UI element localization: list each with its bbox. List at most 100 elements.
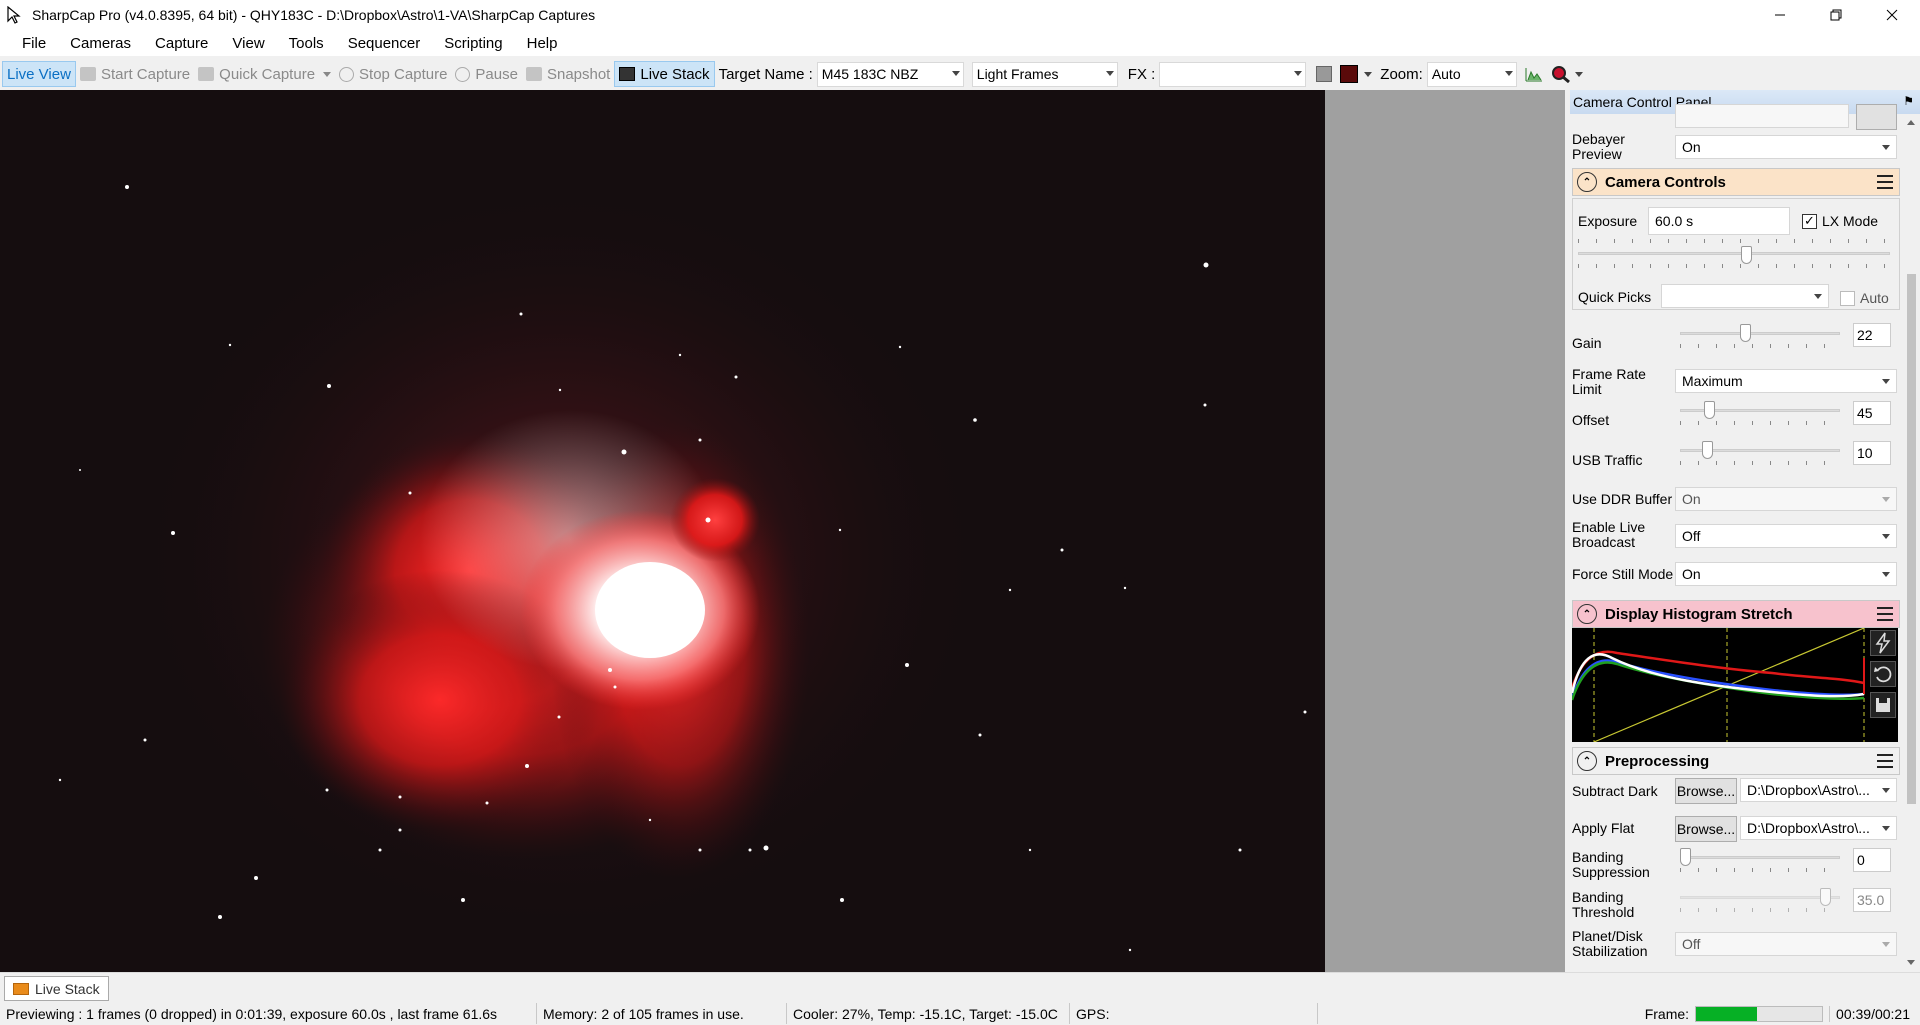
usb-traffic-slider-knob[interactable] [1702,441,1713,459]
banding-threshold-value: 35.0 [1857,892,1885,908]
usb-traffic-input[interactable]: 10 [1853,441,1891,465]
chevron-down-icon[interactable] [1364,71,1373,77]
exposure-slider-knob[interactable] [1741,246,1752,264]
scroll-down-icon[interactable] [1907,960,1915,965]
gain-value: 22 [1857,327,1873,343]
zoom-select[interactable]: Auto [1426,61,1517,87]
apply-flat-browse-button[interactable]: Browse... [1675,816,1737,842]
chevron-down-icon [1882,826,1890,831]
apply-flat-select[interactable]: D:\Dropbox\Astro\... [1740,816,1897,840]
chevron-down-icon [1882,942,1890,947]
restore-icon[interactable] [1808,0,1864,30]
collapse-icon[interactable]: ⌃ [1577,604,1597,624]
subtract-dark-browse-button[interactable]: Browse... [1675,778,1737,804]
output-format-select[interactable] [1675,104,1849,128]
histogram-display[interactable] [1570,627,1866,743]
menu-icon[interactable] [1877,754,1893,768]
collapse-icon[interactable]: ⌃ [1577,172,1597,192]
offset-slider-knob[interactable] [1704,401,1715,419]
preprocessing-header[interactable]: ⌃ Preprocessing [1572,747,1900,775]
menu-icon[interactable] [1877,175,1893,189]
chevron-down-icon[interactable] [1574,71,1583,77]
close-icon[interactable] [1864,0,1920,30]
usb-traffic-slider[interactable] [1680,441,1840,467]
camera-controls-header[interactable]: ⌃ Camera Controls [1572,168,1900,196]
save-icon[interactable] [1870,692,1896,718]
tab-live-stack[interactable]: Live Stack [4,976,109,1001]
frame-time: 00:39/00:21 [1829,1005,1910,1022]
menu-capture[interactable]: Capture [143,35,220,52]
banding-suppression-knob[interactable] [1680,848,1691,866]
scroll-up-icon[interactable] [1907,120,1915,125]
chevron-down-icon [1882,145,1890,150]
apply-flat-value: D:\Dropbox\Astro\... [1747,820,1870,836]
menu-help[interactable]: Help [515,35,570,52]
chevron-down-icon [1882,572,1890,577]
exposure-input[interactable]: 60.0 s [1648,207,1790,235]
histogram-header[interactable]: ⌃ Display Histogram Stretch [1572,600,1900,628]
banding-suppression-value: 0 [1857,852,1865,868]
gain-slider-knob[interactable] [1740,324,1751,342]
histogram-icon[interactable] [1525,66,1543,82]
gray-square-icon[interactable] [1316,66,1333,82]
lightning-icon[interactable] [1870,630,1896,656]
live-stack-button[interactable]: Live Stack [614,61,715,87]
magnifier-icon[interactable] [1551,65,1571,83]
frame-rate-select[interactable]: Maximum [1675,369,1897,393]
gain-slider[interactable] [1680,324,1840,350]
live-broadcast-select[interactable]: Off [1675,524,1897,548]
frame-type-select[interactable]: Light Frames [971,61,1118,87]
banding-threshold-knob[interactable] [1820,888,1831,906]
debayer-preview-select[interactable]: On [1675,135,1897,159]
quick-picks-select[interactable] [1661,284,1829,308]
scrollbar-thumb[interactable] [1907,274,1916,804]
banding-threshold-slider[interactable] [1680,888,1840,914]
chevron-down-icon [1294,70,1303,76]
chevron-down-icon [1504,70,1513,76]
subtract-dark-select[interactable]: D:\Dropbox\Astro\... [1740,778,1897,802]
chevron-down-icon [1105,70,1114,76]
start-capture-button[interactable]: Start Capture [76,61,194,87]
stop-capture-button[interactable]: Stop Capture [335,61,451,87]
collapse-icon[interactable]: ⌃ [1577,751,1597,771]
rate-button[interactable] [1856,104,1897,130]
offset-slider[interactable] [1680,401,1840,427]
target-name-combo[interactable]: M45 183C NBZ [816,61,964,87]
window-title: SharpCap Pro (v4.0.8395, 64 bit) - QHY18… [32,7,596,23]
banding-threshold-input[interactable]: 35.0 [1853,888,1891,912]
menu-view[interactable]: View [220,35,276,52]
minimize-icon[interactable] [1752,0,1808,30]
exposure-slider[interactable] [1578,239,1890,270]
menu-sequencer[interactable]: Sequencer [336,35,433,52]
pause-button[interactable]: Pause [451,61,522,87]
force-still-value: On [1682,566,1701,582]
quick-capture-button[interactable]: Quick Capture [194,61,335,87]
banding-suppression-input[interactable]: 0 [1853,848,1891,872]
menu-cameras[interactable]: Cameras [58,35,143,52]
snapshot-label: Snapshot [546,65,611,83]
live-view-button[interactable]: Live View [2,61,76,87]
menu-icon[interactable] [1877,607,1893,621]
debayer-preview-value: On [1682,139,1701,155]
chevron-down-icon[interactable] [323,71,332,77]
pin-icon[interactable]: ⚑ [1903,94,1914,108]
offset-input[interactable]: 45 [1853,401,1891,425]
gain-input[interactable]: 22 [1853,323,1891,347]
menu-file[interactable]: File [10,35,58,52]
snapshot-button[interactable]: Snapshot [522,61,614,87]
lx-mode-checkbox[interactable]: ✓ [1802,213,1817,229]
stabilization-select[interactable]: Off [1675,932,1897,956]
force-still-select[interactable]: On [1675,562,1897,586]
image-display-area[interactable] [0,90,1565,972]
ddr-buffer-select[interactable]: On [1675,487,1897,511]
reset-icon[interactable] [1870,661,1896,687]
menu-tools[interactable]: Tools [277,35,336,52]
ddr-buffer-label: Use DDR Buffer [1572,491,1673,507]
banding-suppression-slider[interactable] [1680,848,1840,874]
orion-nebula-image[interactable] [0,90,1325,972]
fx-select[interactable] [1159,61,1307,87]
color-swatch-icon[interactable] [1340,65,1359,83]
auto-exposure-checkbox[interactable] [1840,290,1855,306]
menu-scripting[interactable]: Scripting [432,35,514,52]
panel-scrollbar[interactable] [1903,114,1920,972]
